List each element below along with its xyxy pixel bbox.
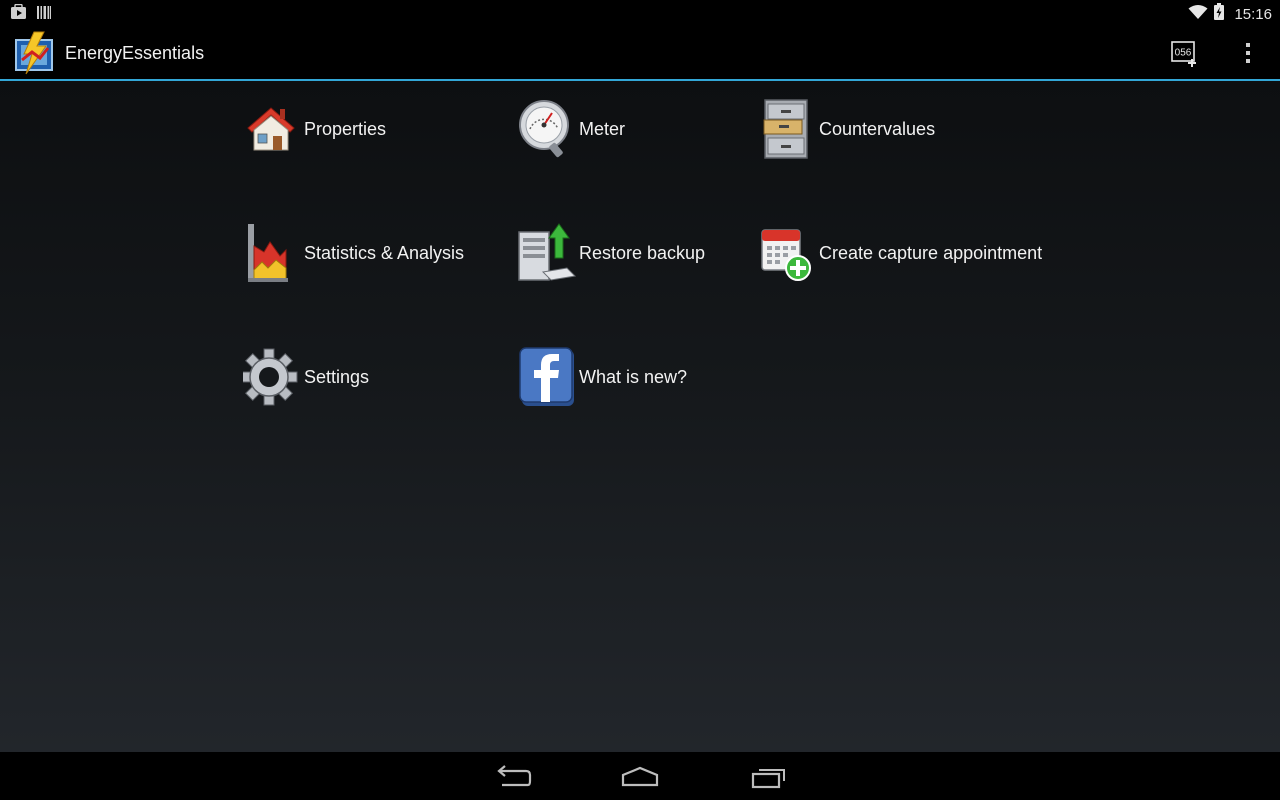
- add-reading-button[interactable]: 056: [1170, 38, 1200, 68]
- menu-label-statistics: Statistics & Analysis: [304, 242, 465, 263]
- app-logo-icon[interactable]: [12, 30, 58, 76]
- menu-label-properties: Properties: [304, 118, 387, 139]
- menu-label-settings: Settings: [304, 366, 370, 387]
- menu-label-meter: Meter: [579, 118, 626, 139]
- add-reading-badge: 056: [1175, 48, 1192, 59]
- server-upload-icon: [515, 221, 577, 285]
- menu-item-restore-backup[interactable]: Restore backup: [515, 221, 705, 285]
- overflow-menu-button[interactable]: [1233, 38, 1263, 68]
- menu-item-create-capture-appointment[interactable]: Create capture appointment: [755, 221, 1042, 285]
- filing-cabinet-icon: [755, 97, 817, 161]
- menu-label-restore-backup: Restore backup: [579, 242, 706, 263]
- gear-icon: [240, 345, 302, 409]
- navigation-bar: [0, 752, 1280, 800]
- overflow-menu-icon: [1246, 43, 1250, 63]
- status-time: 15:16: [1234, 5, 1272, 23]
- menu-label-what-is-new: What is new?: [579, 366, 688, 387]
- menu-item-meter[interactable]: Meter: [515, 97, 625, 161]
- wifi-icon: [1188, 4, 1208, 25]
- menu-item-countervalues[interactable]: Countervalues: [755, 97, 935, 161]
- meter-gauge-icon: [515, 97, 577, 161]
- facebook-icon: [515, 345, 577, 409]
- main-menu-grid: Properties Meter Countervalues Statistic…: [0, 81, 1280, 752]
- chart-icon: [240, 221, 302, 285]
- menu-item-settings[interactable]: Settings: [240, 345, 369, 409]
- home-icon: [621, 766, 659, 787]
- recent-apps-button[interactable]: [744, 762, 794, 792]
- status-bar: 15:16: [0, 0, 1280, 25]
- action-bar: EnergyEssentials 056: [0, 25, 1280, 81]
- battery-icon: [1214, 3, 1225, 25]
- menu-item-statistics[interactable]: Statistics & Analysis: [240, 221, 464, 285]
- home-button[interactable]: [615, 762, 665, 792]
- play-store-notification-icon: [10, 3, 27, 25]
- app-title: EnergyEssentials: [65, 43, 205, 63]
- recent-apps-icon: [751, 769, 785, 789]
- calendar-add-icon: [755, 221, 817, 285]
- menu-item-properties[interactable]: Properties: [240, 97, 386, 161]
- back-button[interactable]: [487, 762, 537, 792]
- barcode-notification-icon: [37, 4, 51, 25]
- menu-label-countervalues: Countervalues: [819, 118, 936, 139]
- house-icon: [240, 97, 302, 161]
- back-icon: [497, 765, 532, 787]
- menu-label-create-capture-appointment: Create capture appointment: [819, 242, 1043, 263]
- menu-item-what-is-new[interactable]: What is new?: [515, 345, 687, 409]
